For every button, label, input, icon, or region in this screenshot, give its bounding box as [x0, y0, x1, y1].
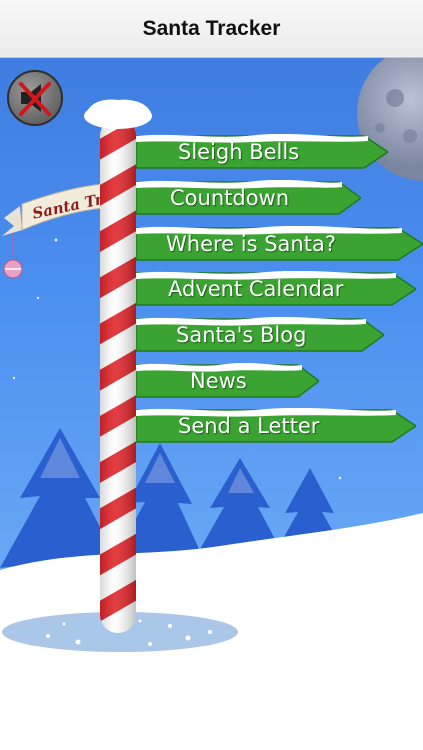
ornament-icon: [3, 234, 23, 279]
menu-label-santas-blog: Santa's Blog: [176, 323, 307, 347]
menu-label-countdown: Countdown: [170, 186, 290, 210]
menu-sign-countdown[interactable]: Countdown: [136, 180, 361, 216]
app-title: Santa Tracker: [142, 16, 281, 40]
menu-sign-where-is-santa[interactable]: Where is Santa?: [136, 226, 423, 262]
mute-sound-button[interactable]: [7, 70, 63, 126]
menu-sign-santas-blog[interactable]: Santa's Blog: [136, 317, 384, 353]
menu-label-sleigh-bells: Sleigh Bells: [178, 140, 300, 164]
navigation-bar: Santa Tracker: [0, 0, 423, 58]
menu-label-send-a-letter: Send a Letter: [178, 414, 320, 438]
muted-speaker-icon: [19, 82, 51, 116]
menu-sign-news[interactable]: News: [136, 363, 319, 399]
north-pole-scene: Santa Tr Sleigh Bells Countdown Where is…: [0, 58, 423, 750]
menu-sign-sleigh-bells[interactable]: Sleigh Bells: [136, 134, 388, 170]
menu-label-where-is-santa: Where is Santa?: [166, 232, 336, 256]
santa-banner: Santa Tr: [2, 183, 105, 236]
menu-sign-send-a-letter[interactable]: Send a Letter: [136, 408, 416, 444]
menu-sign-advent-calendar[interactable]: Advent Calendar: [136, 271, 416, 307]
menu-label-news: News: [190, 369, 247, 393]
menu-label-advent-calendar: Advent Calendar: [168, 277, 344, 301]
